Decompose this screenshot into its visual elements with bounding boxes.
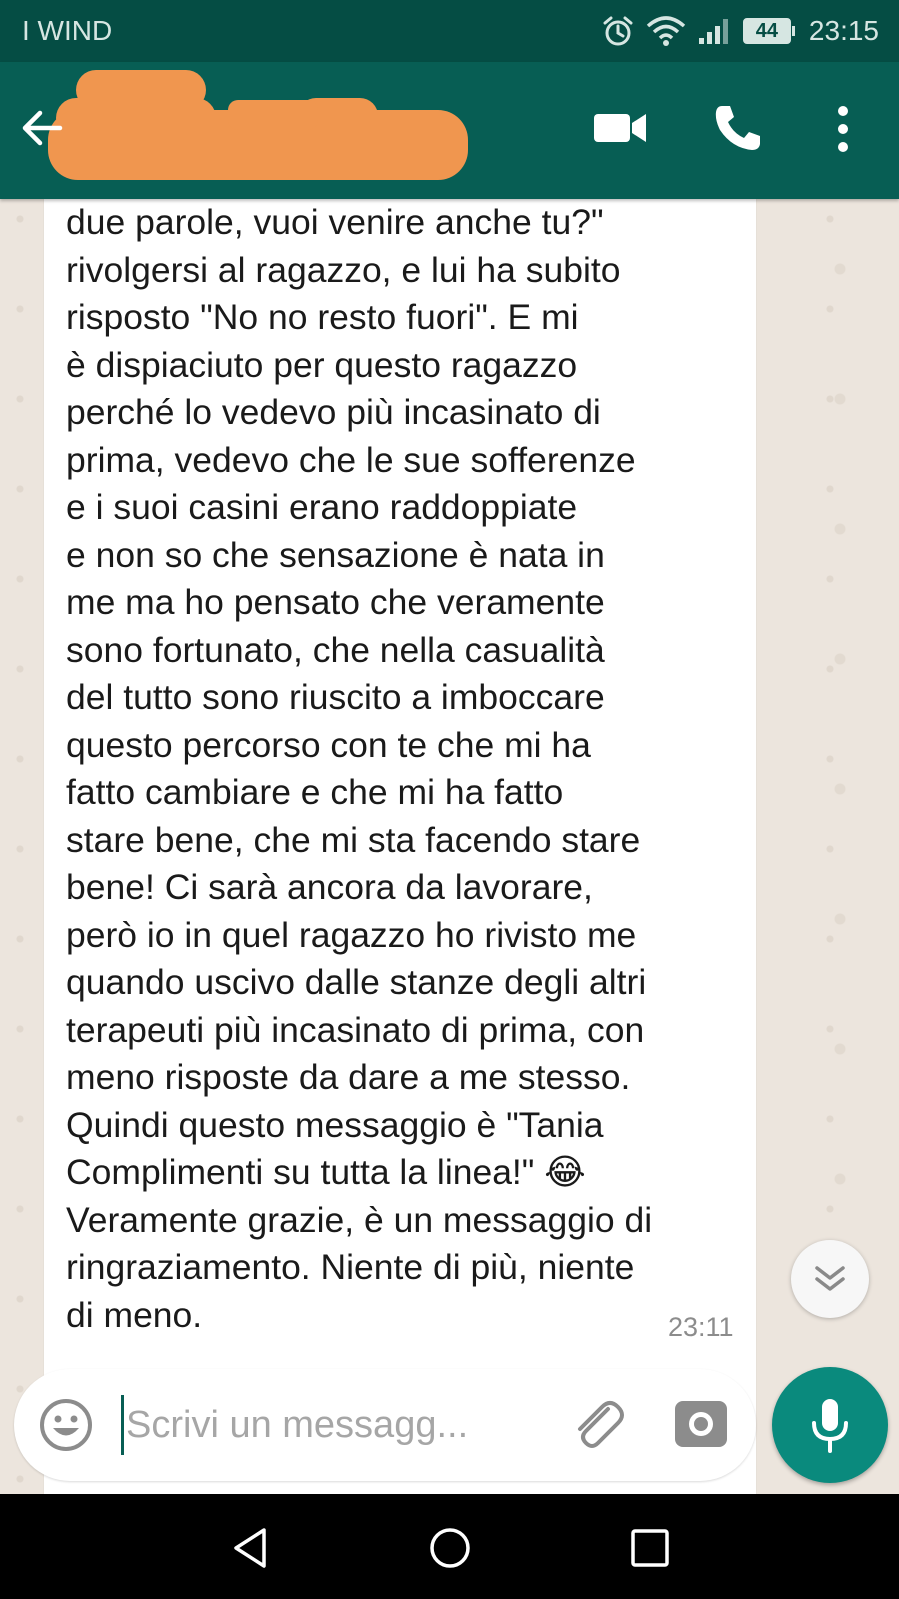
emoji-icon[interactable] — [38, 1397, 94, 1453]
video-call-icon[interactable] — [592, 108, 648, 148]
phone-icon[interactable] — [712, 102, 764, 154]
scroll-to-bottom-button[interactable] — [791, 1240, 869, 1318]
camera-icon[interactable] — [674, 1399, 728, 1449]
chat-header — [0, 62, 899, 199]
signal-icon — [698, 19, 728, 44]
microphone-icon — [812, 1399, 848, 1453]
nav-recents-icon[interactable] — [626, 1524, 674, 1572]
more-vert-icon[interactable] — [826, 102, 860, 156]
nav-home-icon[interactable] — [426, 1524, 474, 1572]
alarm-icon — [603, 16, 633, 46]
back-arrow-icon[interactable] — [18, 104, 66, 152]
redacted-contact-name — [48, 70, 468, 180]
status-icons: 44 23:15 — [601, 14, 879, 48]
clock: 23:15 — [808, 15, 879, 46]
battery-icon: 44 — [742, 18, 795, 44]
system-nav-bar — [0, 1494, 899, 1599]
compose-bar — [14, 1369, 756, 1481]
carrier-name: I WIND — [22, 15, 113, 46]
status-bar: I WIND 44 23:15 — [0, 0, 899, 62]
message-timestamp: 23:11 — [668, 1312, 734, 1342]
message-input[interactable] — [122, 1395, 546, 1455]
chat-area[interactable]: due parole, vuoi venire anche tu?" rivol… — [0, 199, 899, 1494]
nav-back-icon[interactable] — [226, 1524, 274, 1572]
voice-record-button[interactable] — [772, 1367, 888, 1483]
paperclip-icon[interactable] — [568, 1395, 628, 1455]
chevron-double-down-icon — [815, 1266, 845, 1291]
message-text: due parole, vuoi venire anche tu?" rivol… — [66, 202, 653, 1335]
wifi-icon — [646, 16, 686, 46]
